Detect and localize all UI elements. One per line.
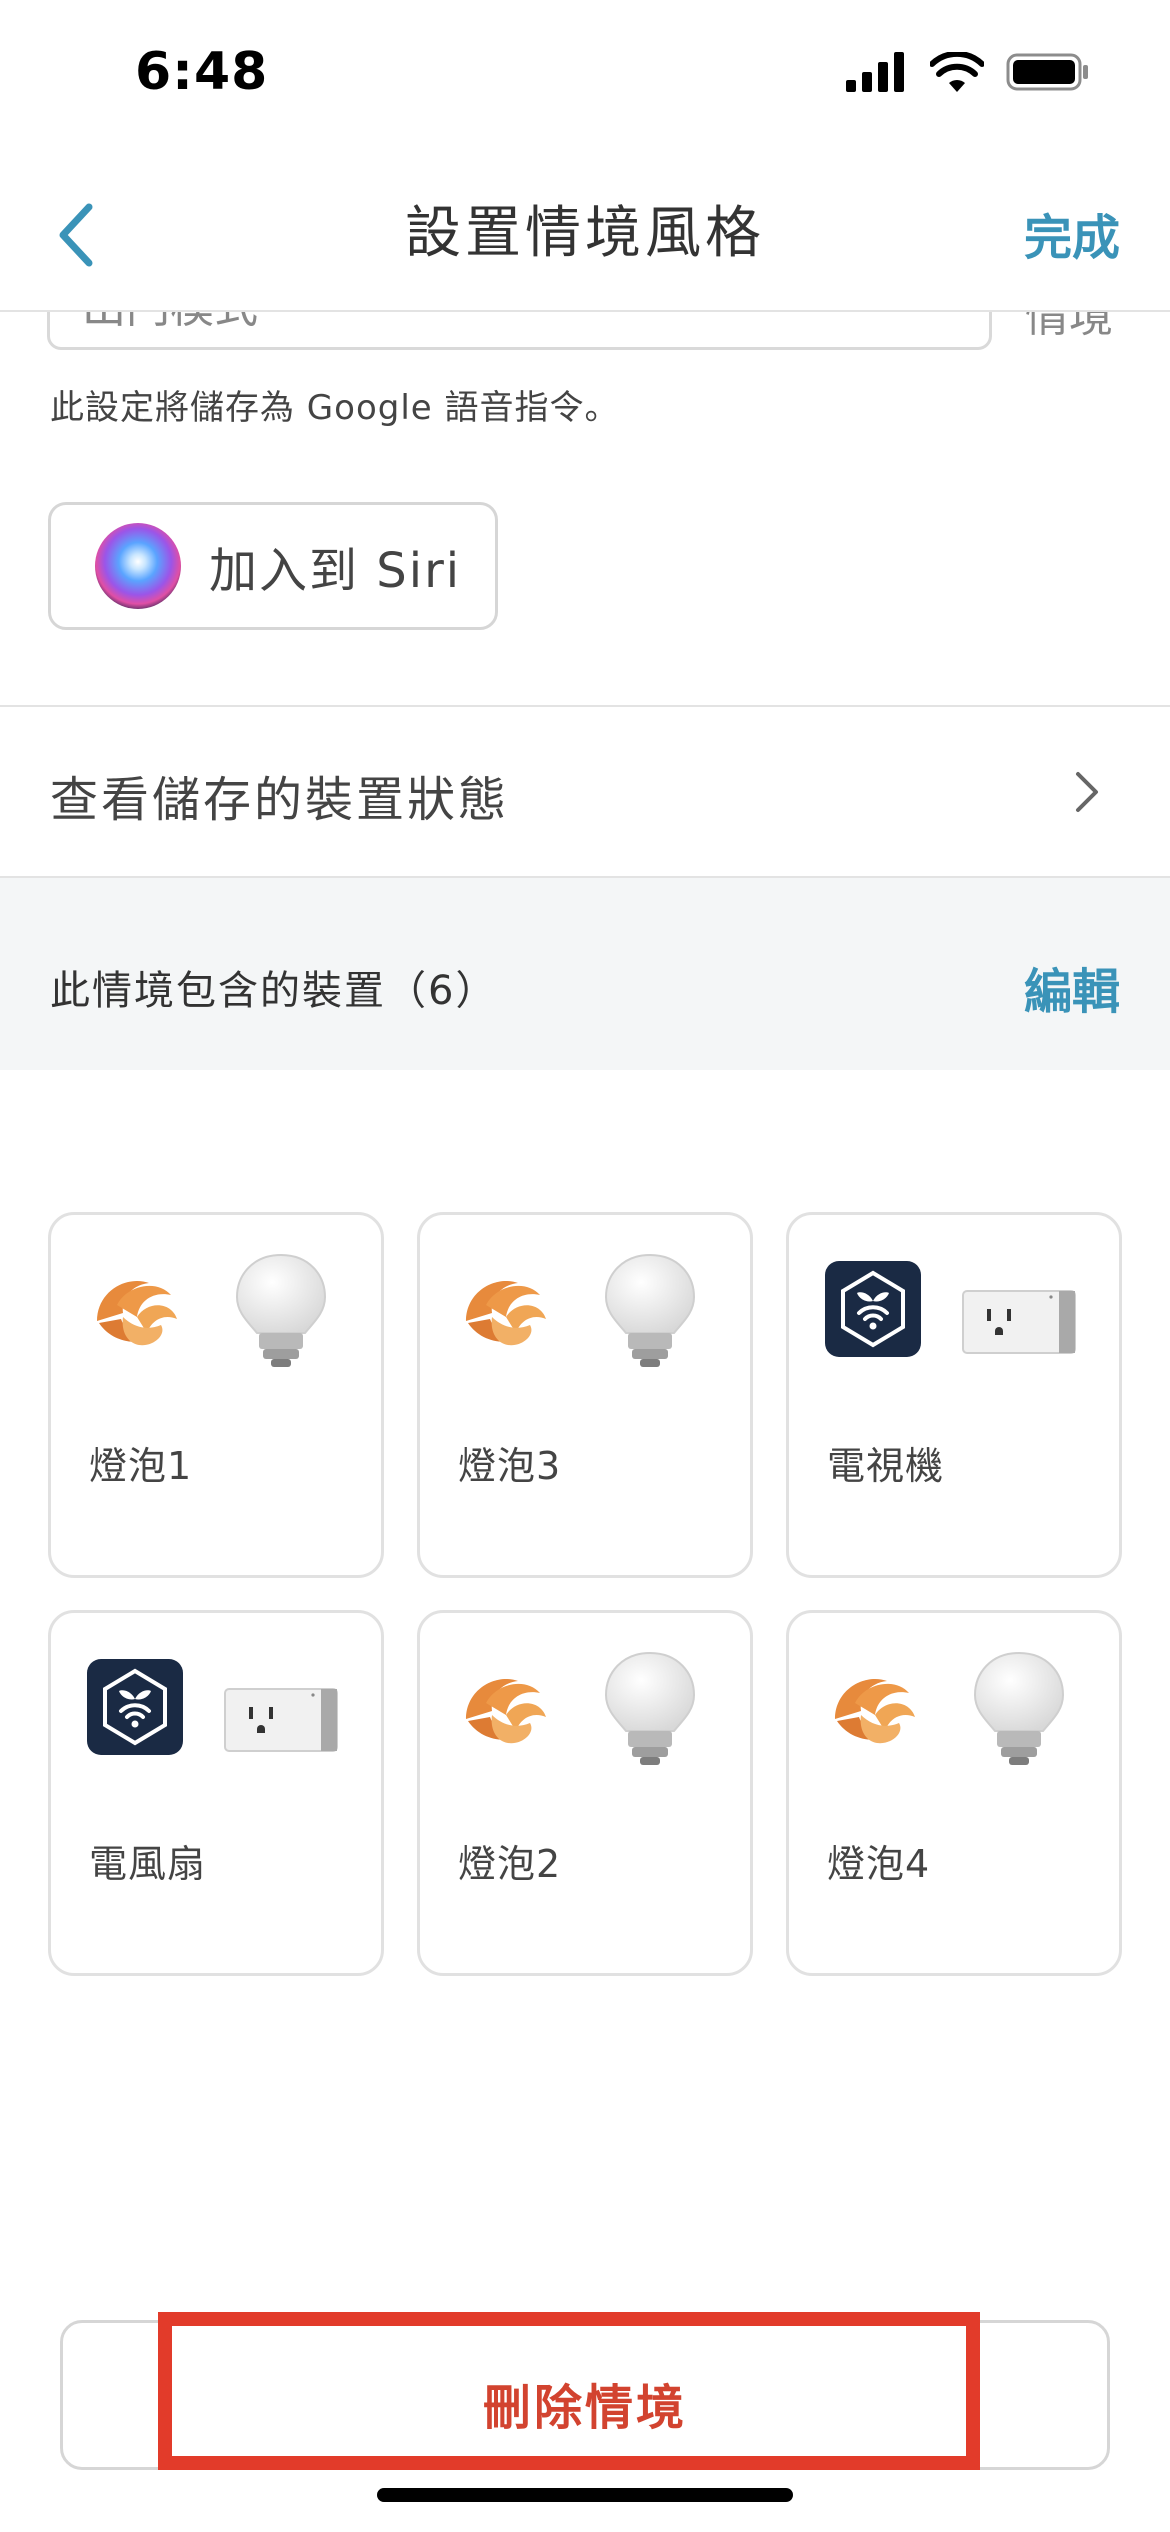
status-time: 6:48: [135, 42, 269, 102]
device-card[interactable]: 電視機: [786, 1212, 1122, 1578]
devices-section-header: 此情境包含的裝置（6） 編輯: [0, 878, 1170, 1070]
page-title: 設置情境風格: [405, 201, 765, 266]
device-name: 電風扇: [89, 1842, 207, 1886]
status-bar: 6:48: [0, 0, 1170, 150]
done-button[interactable]: 完成: [1024, 198, 1120, 268]
flame-logo-icon: [466, 1280, 546, 1346]
flame-logo-icon: [466, 1678, 546, 1744]
light-bulb-icon: [973, 1651, 1065, 1765]
device-card[interactable]: 燈泡3: [417, 1212, 753, 1578]
status-icons: [846, 52, 1090, 92]
view-saved-device-state-label: 查看儲存的裝置狀態: [50, 772, 510, 828]
hex-wifi-logo-icon: [87, 1659, 183, 1755]
flame-logo-icon: [97, 1280, 177, 1346]
edit-devices-button[interactable]: 編輯: [1024, 952, 1120, 1022]
home-indicator: [377, 2488, 793, 2502]
battery-icon: [1006, 53, 1088, 91]
device-card[interactable]: 燈泡4: [786, 1610, 1122, 1976]
device-card[interactable]: 電風扇: [48, 1610, 384, 1976]
device-grid: 燈泡1 燈泡3 電視機 電風扇 燈泡2 燈泡4: [48, 1212, 1122, 1976]
add-to-siri-button[interactable]: 加入到 Siri: [48, 502, 498, 630]
navigation-bar: 設置情境風格 完成: [0, 160, 1170, 312]
hex-wifi-logo-icon: [825, 1261, 921, 1357]
light-bulb-icon: [235, 1253, 327, 1367]
device-name: 燈泡3: [458, 1444, 562, 1488]
device-name: 燈泡4: [827, 1842, 931, 1886]
device-card[interactable]: 燈泡2: [417, 1610, 753, 1976]
smart-plug-icon: [224, 1688, 338, 1752]
delete-scene-label: 刪除情境: [482, 2380, 687, 2436]
device-card[interactable]: 燈泡1: [48, 1212, 384, 1578]
divider: [0, 705, 1170, 707]
add-to-siri-label: 加入到 Siri: [209, 543, 462, 599]
device-name: 燈泡1: [89, 1444, 193, 1488]
flame-logo-icon: [835, 1678, 915, 1744]
siri-icon: [95, 523, 181, 609]
google-voice-hint: 此設定將儲存為 Google 語音指令。: [50, 388, 620, 428]
light-bulb-icon: [604, 1651, 696, 1765]
wifi-icon: [930, 52, 984, 92]
smart-plug-icon: [962, 1290, 1076, 1354]
device-name: 燈泡2: [458, 1842, 562, 1886]
devices-section-title: 此情境包含的裝置（6）: [50, 968, 498, 1014]
chevron-right-icon: [1076, 772, 1098, 812]
cellular-signal-icon: [846, 52, 904, 92]
light-bulb-icon: [604, 1253, 696, 1367]
device-name: 電視機: [827, 1444, 945, 1488]
view-saved-device-state-row[interactable]: 查看儲存的裝置狀態: [0, 710, 1170, 875]
